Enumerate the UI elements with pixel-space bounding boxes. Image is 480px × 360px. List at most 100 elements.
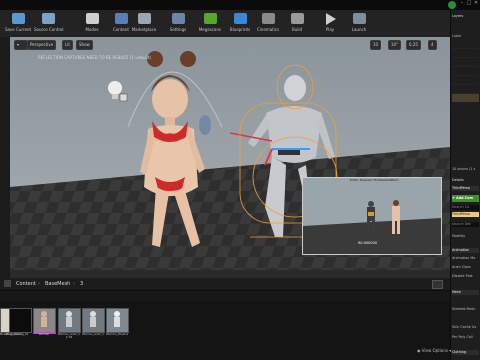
search-details-input[interactable]: Search Det (452, 222, 479, 227)
content-browser-filter-bar (0, 291, 450, 301)
asset-label: Woman (38, 333, 50, 336)
breadcrumb-folder-3[interactable]: 3 (80, 281, 83, 287)
build-label: Build (291, 27, 303, 32)
lit-button[interactable]: Lit (62, 40, 73, 50)
marketplace-label: Marketplace (131, 27, 157, 32)
mobility-row: Mobility (452, 234, 466, 238)
preview-readout: 90.000000 (358, 241, 377, 245)
left-panel-strip (0, 37, 10, 280)
title-bar (0, 0, 480, 10)
anim-class-row: Anim Class (452, 265, 471, 269)
main-toolbar (0, 10, 450, 38)
skin-cache-row: Skin Cache Us (452, 325, 477, 329)
show-label: Show (79, 42, 90, 47)
cinematics-icon (262, 13, 275, 24)
selected-component-row[interactable]: ThirdPerso (452, 212, 479, 217)
content-browser-header: Content › BaseMesh › 3 (0, 278, 450, 291)
panel-splitter[interactable] (10, 270, 450, 278)
blueprints-icon (234, 13, 247, 24)
rotation-snap-label: 10° (391, 42, 399, 47)
animation-mode-row: Animation Mo (452, 256, 476, 260)
layers-tab[interactable]: Layers (452, 14, 479, 19)
cinematics-button[interactable]: Cinematics (254, 10, 282, 37)
breadcrumb-separator: › (38, 281, 40, 287)
settings-label: Settings (169, 27, 187, 32)
perspective-button[interactable]: Perspective (27, 40, 57, 50)
launch-icon (353, 13, 366, 24)
animation-section-header[interactable]: Animation (452, 248, 479, 253)
megascans-button[interactable]: Megascans (196, 10, 224, 37)
megascans-label: Megascans (198, 27, 222, 32)
build-icon (291, 13, 304, 24)
outliner-label-header: Label (452, 34, 462, 38)
camera-speed-label: 4 (431, 42, 434, 47)
launch-label: Launch (351, 27, 367, 32)
blueprints-button[interactable]: Blueprints (226, 10, 254, 37)
show-button[interactable]: Show (76, 40, 93, 50)
asset-tile[interactable] (82, 308, 105, 333)
cinematics-label: Cinematics (256, 27, 280, 32)
outliner-list[interactable] (452, 40, 479, 108)
per-poly-collision-row: Per Poly Coll (452, 335, 473, 339)
skeletal-mesh-row: Skeletal Mesh (452, 307, 476, 311)
viewport-options-dropdown[interactable]: ▾ (14, 40, 28, 50)
clothing-section-header[interactable]: Clothing (452, 350, 479, 355)
asset-label: Woman_PhysicsAsset (106, 333, 128, 336)
asset-tile-woman[interactable] (33, 308, 56, 334)
marketplace-button[interactable]: Marketplace (130, 10, 158, 37)
search-components-input[interactable]: Search Co (452, 205, 479, 210)
marketplace-icon (138, 13, 151, 24)
disable-post-row: Disable Post (452, 274, 473, 278)
close-icon[interactable]: ✕ (473, 0, 479, 7)
details-tab[interactable]: Details (452, 178, 479, 183)
play-button[interactable]: Play (316, 10, 344, 37)
perspective-label: Perspective (30, 42, 54, 47)
launch-button[interactable]: Launch (345, 10, 373, 37)
build-button[interactable]: Build (283, 10, 311, 37)
mesh-section-header[interactable]: Mesh (452, 290, 479, 295)
breadcrumb-separator-2: › (73, 281, 75, 287)
save-button[interactable]: Save Current (4, 10, 32, 37)
asset-tile[interactable] (58, 308, 81, 333)
blueprints-label: Blueprints (229, 27, 251, 32)
asset-label: Woman_Anim_Optimation (82, 333, 104, 336)
asset-label: Bay_Loading_Skeleton_n_lightmk/1 (6, 333, 28, 336)
grid-snap-value[interactable]: 10 (370, 40, 382, 50)
add-component-button[interactable]: + Add Com (452, 195, 479, 202)
scale-snap-label: 0.25 (409, 42, 418, 47)
view-options-button[interactable]: ◉ View Options ▾ (417, 348, 451, 353)
breadcrumb-basemesh[interactable]: BaseMesh (45, 281, 70, 287)
eye-icon: ◉ (417, 348, 421, 353)
preview-title: Editor Preview: FbxSkeletalMesh (350, 178, 399, 182)
breadcrumb-content[interactable]: Content (16, 281, 36, 287)
settings-button[interactable]: Settings (164, 10, 192, 37)
asset-tile[interactable] (9, 308, 32, 333)
megascans-icon (204, 13, 217, 24)
save-icon (12, 13, 25, 24)
modes-button[interactable]: Modes (78, 10, 106, 37)
play-icon (326, 13, 336, 25)
play-label: Play (325, 27, 335, 32)
viewport-toolbar: ▾ Perspective Lit Show 10 10° 0.25 4 (14, 40, 450, 50)
actor-count: 10 actors (1 s (452, 167, 476, 171)
lit-label: Lit (65, 42, 70, 47)
content-icon (115, 13, 128, 24)
viewport-warning-text: REFLECTION CAPTURES NEED TO BE REBUILT (… (38, 55, 151, 60)
minimize-icon[interactable]: – (459, 0, 465, 7)
save-label: Save Current (4, 27, 32, 32)
source-control-button[interactable]: Source Control (34, 10, 64, 37)
grid-snap-label: 10 (373, 42, 379, 47)
scale-snap-value[interactable]: 0.25 (406, 40, 421, 50)
folder-icon[interactable] (4, 280, 11, 287)
view-options-label: View Options (421, 348, 448, 353)
maximize-icon[interactable]: □ (466, 0, 472, 7)
source-control-icon (42, 13, 55, 24)
rotation-snap-value[interactable]: 10° (388, 40, 402, 50)
settings-icon (172, 13, 185, 24)
camera-speed-value[interactable]: 4 (428, 40, 437, 50)
lock-icon[interactable] (432, 280, 443, 289)
asset-label: Woman_Anim_ll_Ba_Jaw Jr 18 (58, 333, 80, 340)
asset-tile[interactable] (106, 308, 129, 333)
source-control-label: Source Control (34, 27, 64, 32)
selected-actor-name[interactable]: ThirdPerso (452, 186, 479, 191)
